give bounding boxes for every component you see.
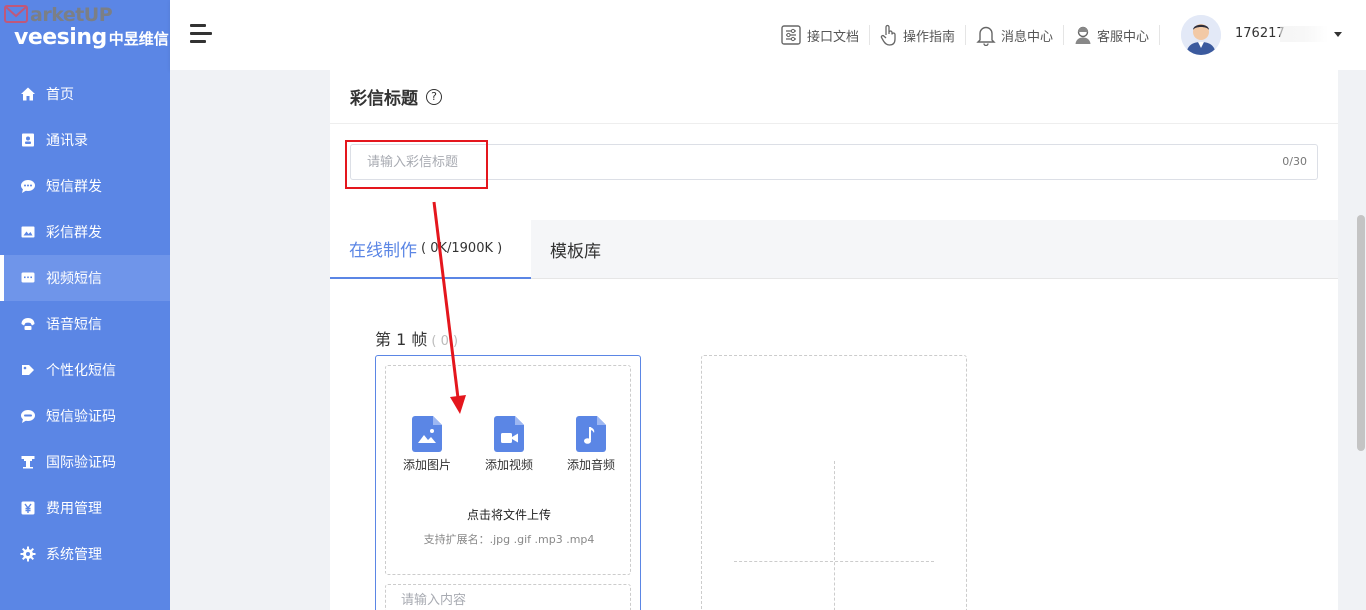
sidebar-nav: 首页 通讯录 短信群发 彩信群发 视频短信 语音短信 个性化短信 短信验证码 国… xyxy=(0,71,170,577)
mms-icon xyxy=(20,224,36,240)
highlight-box xyxy=(345,140,488,189)
content-field[interactable] xyxy=(385,584,631,610)
sidebar-item-label: 短信验证码 xyxy=(46,409,116,425)
sidebar-item-voice-sms[interactable]: 语音短信 xyxy=(0,301,170,347)
char-counter: 0/30 xyxy=(1282,155,1307,168)
bell-icon xyxy=(976,26,996,46)
message-center-link[interactable]: 消息中心 xyxy=(966,24,1063,46)
frame-count: ( 0 ) xyxy=(431,334,459,349)
verification-icon xyxy=(20,408,36,424)
video-file-icon xyxy=(494,416,524,452)
sidebar-item-label: 视频短信 xyxy=(46,271,102,287)
sidebar-item-mms[interactable]: 彩信群发 xyxy=(0,209,170,255)
api-docs-link[interactable]: 接口文档 xyxy=(770,24,869,46)
sidebar-item-label: 系统管理 xyxy=(46,547,102,563)
guide-label: 操作指南 xyxy=(902,29,955,45)
add-frame-card[interactable] xyxy=(701,355,967,610)
plus-icon xyxy=(734,561,934,562)
frame-title: 第 1 帧 xyxy=(375,330,428,349)
brand-name: veesing xyxy=(14,25,107,50)
sidebar-item-label: 彩信群发 xyxy=(46,225,102,241)
sms-icon xyxy=(20,178,36,194)
chevron-down-icon[interactable] xyxy=(1334,32,1342,37)
customer-service-label: 客服中心 xyxy=(1096,29,1149,45)
tab-online-create[interactable]: 在线制作 ( 0K/1900K ) xyxy=(330,220,531,279)
personalized-icon xyxy=(20,362,36,378)
tabs-bar: 在线制作 ( 0K/1900K ) 模板库 xyxy=(330,220,1338,279)
hand-pointer-icon xyxy=(880,24,896,46)
sidebar-item-label: 通讯录 xyxy=(46,133,88,149)
frame-card: 添加图片 添加视频 添加音频 点击将文件上传 支持扩展名：.jpg .gif .… xyxy=(375,355,641,610)
brand-logo: veesing 中昱维信 xyxy=(14,25,169,50)
tab-online-label: 在线制作 xyxy=(349,241,417,261)
yen-icon xyxy=(20,500,36,516)
audio-file-icon xyxy=(576,416,606,452)
api-doc-icon xyxy=(781,25,801,45)
sidebar-item-contacts[interactable]: 通讯录 xyxy=(0,117,170,163)
help-icon[interactable]: ? xyxy=(426,88,442,105)
divider xyxy=(330,123,1338,124)
menu-toggle-icon[interactable] xyxy=(190,24,212,44)
customer-service-icon xyxy=(1075,26,1091,44)
upload-area[interactable]: 添加图片 添加视频 添加音频 点击将文件上传 支持扩展名：.jpg .gif .… xyxy=(385,365,631,575)
contacts-icon xyxy=(20,132,36,148)
sidebar-item-personalized-sms[interactable]: 个性化短信 xyxy=(0,347,170,393)
video-sms-icon xyxy=(20,270,36,286)
tab-template-library[interactable]: 模板库 xyxy=(550,220,601,279)
sidebar-item-home[interactable]: 首页 xyxy=(0,71,170,117)
sidebar: arketUP veesing 中昱维信 首页 通讯录 短信群发 彩信群发 视频短… xyxy=(0,0,170,610)
logo[interactable]: arketUP veesing 中昱维信 xyxy=(0,0,170,70)
guide-link[interactable]: 操作指南 xyxy=(870,24,965,46)
add-image-button[interactable]: 添加图片 xyxy=(395,416,459,473)
sidebar-item-label: 费用管理 xyxy=(46,501,102,517)
header-links: 接口文档 操作指南 消息中心 客服中心 xyxy=(770,22,1160,48)
add-audio-button[interactable]: 添加音频 xyxy=(559,416,623,473)
customer-service-link[interactable]: 客服中心 xyxy=(1064,25,1159,45)
user-phone[interactable]: 176217 xyxy=(1235,26,1285,41)
add-video-button[interactable]: 添加视频 xyxy=(477,416,541,473)
sidebar-item-video-sms[interactable]: 视频短信 xyxy=(0,255,170,301)
sidebar-item-label: 个性化短信 xyxy=(46,363,116,379)
brand-name-cn: 中昱维信 xyxy=(108,30,169,48)
sidebar-item-label: 语音短信 xyxy=(46,317,102,333)
sidebar-item-billing[interactable]: 费用管理 xyxy=(0,485,170,531)
home-icon xyxy=(20,86,36,102)
image-file-icon xyxy=(412,416,442,452)
phone-mask xyxy=(1280,26,1328,42)
api-docs-label: 接口文档 xyxy=(806,29,859,45)
add-audio-label: 添加音频 xyxy=(566,458,615,472)
frame-label: 第 1 帧( 0 ) xyxy=(375,326,458,350)
plus-icon xyxy=(834,461,835,610)
supported-extensions: 支持扩展名：.jpg .gif .mp3 .mp4 xyxy=(423,533,595,546)
avatar[interactable] xyxy=(1181,15,1221,55)
message-center-label: 消息中心 xyxy=(1000,29,1053,45)
content-input[interactable] xyxy=(386,585,626,610)
sidebar-item-label: 短信群发 xyxy=(46,179,102,195)
editor-panel: 在线制作 ( 0K/1900K ) 模板库 第 1 帧( 0 ) 添加图片 添加… xyxy=(330,220,1338,610)
top-header: 接口文档 操作指南 消息中心 客服中心 176217 xyxy=(170,0,1366,70)
main-content: 彩信标题 ? 0/30 在线制作 ( 0K/1900K ) 模板库 第 1 帧(… xyxy=(170,70,1366,610)
add-video-label: 添加视频 xyxy=(484,458,533,472)
sidebar-item-sms-verification[interactable]: 短信验证码 xyxy=(0,393,170,439)
add-image-label: 添加图片 xyxy=(402,458,451,472)
watermark: arketUP xyxy=(4,4,113,26)
sidebar-item-international-verification[interactable]: 国际验证码 xyxy=(0,439,170,485)
scrollbar[interactable] xyxy=(1357,215,1365,451)
mms-title-label: 彩信标题 xyxy=(350,89,418,109)
upload-hint: 点击将文件上传 xyxy=(466,508,551,522)
voice-icon xyxy=(20,316,36,332)
mms-title-field[interactable]: 0/30 xyxy=(350,144,1318,180)
mms-title-heading: 彩信标题 ? xyxy=(350,84,442,109)
sidebar-item-sms[interactable]: 短信群发 xyxy=(0,163,170,209)
international-icon xyxy=(20,454,36,470)
gear-icon xyxy=(20,546,36,562)
header-divider xyxy=(1159,25,1160,45)
size-indicator: ( 0K/1900K ) xyxy=(421,241,503,256)
sidebar-item-system[interactable]: 系统管理 xyxy=(0,531,170,577)
sidebar-item-label: 国际验证码 xyxy=(46,455,116,471)
watermark-logo-icon xyxy=(4,5,28,23)
sidebar-item-label: 首页 xyxy=(46,87,74,103)
